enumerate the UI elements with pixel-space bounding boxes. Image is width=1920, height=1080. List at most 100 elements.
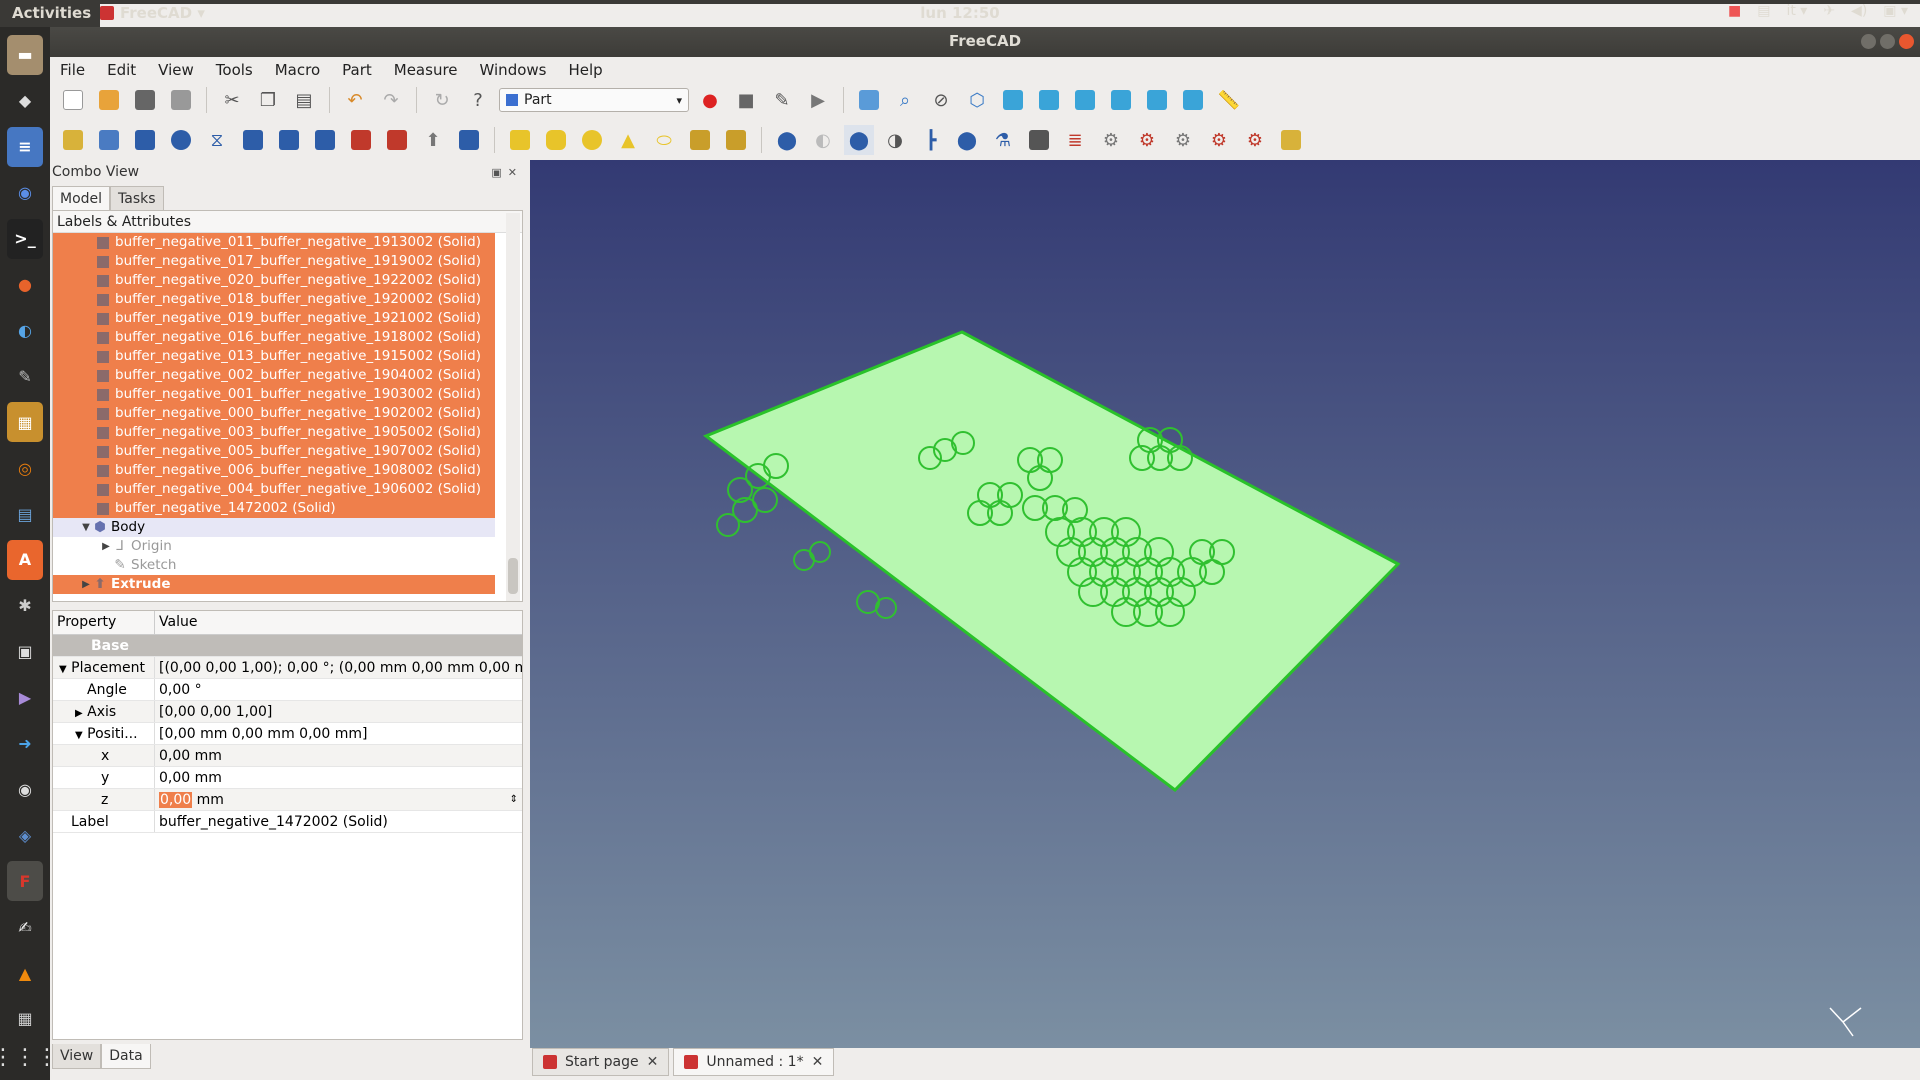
menu-measure[interactable]: Measure (394, 61, 458, 79)
thickness-icon[interactable] (454, 125, 484, 155)
chromium-icon[interactable]: ◉ (7, 173, 43, 213)
tree-item[interactable]: buffer_negative_016_buffer_negative_1918… (53, 328, 495, 347)
tree-item[interactable]: buffer_negative_018_buffer_negative_1920… (53, 290, 495, 309)
loft-icon[interactable] (382, 125, 412, 155)
new-file-icon[interactable] (58, 85, 88, 115)
tree-item[interactable]: buffer_negative_020_buffer_negative_1922… (53, 271, 495, 290)
primitives-icon[interactable] (685, 125, 715, 155)
expand-down-icon[interactable]: ▼ (75, 730, 83, 741)
tree-item[interactable]: buffer_negative_019_buffer_negative_1921… (53, 309, 495, 328)
property-value[interactable]: [0,00 mm 0,00 mm 0,00 mm] (155, 723, 522, 744)
terminal-icon[interactable]: >_ (7, 218, 43, 259)
close-panel-icon[interactable]: ✕ (508, 166, 517, 179)
tree-item[interactable]: buffer_negative_011_buffer_negative_1913… (53, 233, 495, 252)
section-icon[interactable] (1024, 125, 1054, 155)
open-folder-icon[interactable] (94, 85, 124, 115)
tree-item[interactable]: buffer_negative_003_buffer_negative_1905… (53, 423, 495, 442)
workbench-selector[interactable]: Part ▾ (499, 88, 689, 112)
gimp-icon[interactable]: ✎ (7, 356, 43, 396)
cube-icon[interactable] (505, 125, 535, 155)
stop-macro-icon[interactable]: ■ (731, 85, 761, 115)
cut-icon[interactable]: ✂ (217, 85, 247, 115)
menu-edit[interactable]: Edit (107, 61, 136, 79)
airplane-icon[interactable]: ✈ (1823, 3, 1835, 19)
record-macro-icon[interactable]: ● (695, 85, 725, 115)
tab-view[interactable]: View (52, 1044, 102, 1069)
tree-item[interactable]: buffer_negative_000_buffer_negative_1902… (53, 404, 495, 423)
property-row-position[interactable]: ▼ Positi... [0,00 mm 0,00 mm 0,00 mm] (53, 723, 522, 745)
rear-view-icon[interactable] (1106, 85, 1136, 115)
tree-item[interactable]: buffer_negative_013_buffer_negative_1915… (53, 347, 495, 366)
tree-scrollbar[interactable] (506, 213, 520, 601)
create-part-icon[interactable] (58, 125, 88, 155)
menu-windows[interactable]: Windows (480, 61, 547, 79)
expand-right-icon[interactable]: ▶ (75, 708, 83, 719)
isometric-view-icon[interactable]: ⬡ (962, 85, 992, 115)
draw-style-icon[interactable]: ⊘ (926, 85, 956, 115)
tree-item[interactable]: buffer_negative_004_buffer_negative_1906… (53, 480, 495, 499)
property-row-y[interactable]: y 0,00 mm (53, 767, 522, 789)
cut-boolean-icon[interactable]: ◐ (808, 125, 838, 155)
property-value[interactable]: [(0,00 0,00 1,00); 0,00 °; (0,00 mm 0,00… (155, 657, 522, 678)
expand-right-icon[interactable]: ▶ (79, 575, 93, 594)
tree-item[interactable]: buffer_negative_002_buffer_negative_1904… (53, 366, 495, 385)
print-icon[interactable] (166, 85, 196, 115)
tree-item[interactable]: buffer_negative_017_buffer_negative_1919… (53, 252, 495, 271)
property-row-z[interactable]: z 0,00 mm ⇕ (53, 789, 522, 811)
blender-icon[interactable]: ◎ (7, 448, 43, 488)
close-button[interactable] (1899, 34, 1914, 49)
clock[interactable]: lun 12:50 (0, 4, 1920, 22)
volume-icon[interactable]: ◀) (1851, 3, 1867, 19)
menu-macro[interactable]: Macro (275, 61, 320, 79)
document-icon[interactable]: ≡ (7, 126, 43, 167)
property-row-angle[interactable]: Angle 0,00 ° (53, 679, 522, 701)
tree-item-extrude[interactable]: ▶ ⬆ Extrude (53, 575, 495, 594)
property-row-x[interactable]: x 0,00 mm (53, 745, 522, 767)
run-macro-icon[interactable]: ▶ (803, 85, 833, 115)
export-icon[interactable] (1276, 125, 1306, 155)
property-value[interactable]: 0,00 mm (155, 745, 522, 766)
menu-part[interactable]: Part (342, 61, 372, 79)
color-per-face-icon[interactable]: ⚙ (1204, 125, 1234, 155)
text-editor-icon[interactable]: ✍ (7, 907, 43, 947)
tree-item-sketch[interactable]: ✎ Sketch (53, 556, 495, 575)
tree-item[interactable]: buffer_negative_006_buffer_negative_1908… (53, 461, 495, 480)
whats-this-icon[interactable]: ? (463, 85, 493, 115)
float-icon[interactable]: ▣ (491, 166, 501, 179)
expand-down-icon[interactable]: ▼ (79, 518, 93, 537)
virtualbox-icon[interactable]: ◈ (7, 815, 43, 855)
save-icon[interactable] (130, 85, 160, 115)
undo-icon[interactable]: ↶ (340, 85, 370, 115)
bottom-view-icon[interactable] (1142, 85, 1172, 115)
cone-icon[interactable]: ▲ (613, 125, 643, 155)
tab-unnamed[interactable]: Unnamed : 1* ✕ (673, 1048, 835, 1076)
close-tab-icon[interactable]: ✕ (812, 1054, 824, 1070)
property-row-label[interactable]: Label buffer_negative_1472002 (Solid) (53, 811, 522, 833)
software-center-icon[interactable]: A (7, 539, 43, 580)
defeaturing-icon[interactable]: ⚙ (1132, 125, 1162, 155)
archive-icon[interactable]: ▤ (7, 494, 43, 534)
clapper-icon[interactable]: ▦ (7, 999, 43, 1039)
shape-builder-icon[interactable] (721, 125, 751, 155)
eye-app-icon[interactable]: ◉ (7, 770, 43, 810)
freecad-dock-icon[interactable]: F (7, 861, 43, 902)
ruled-surface-icon[interactable] (346, 125, 376, 155)
cylinder-icon[interactable] (541, 125, 571, 155)
firefox-icon[interactable]: ● (7, 265, 43, 305)
z-input[interactable]: 0,00 mm ⇕ (155, 789, 522, 810)
fillet-icon[interactable] (238, 125, 268, 155)
paste-icon[interactable]: ▤ (289, 85, 319, 115)
settings-icon[interactable]: ✱ (7, 586, 43, 626)
tab-start-page[interactable]: Start page ✕ (532, 1048, 670, 1076)
make-face-icon[interactable] (310, 125, 340, 155)
split-icon[interactable]: ⬤ (952, 125, 982, 155)
expand-right-icon[interactable]: ▶ (99, 537, 113, 556)
tree-item-body[interactable]: ▼ ⬢ Body (53, 518, 495, 537)
screenshot-icon[interactable]: ▣ (7, 632, 43, 672)
install-icon[interactable]: ◆ (7, 81, 43, 121)
files-icon[interactable]: ▬ (7, 35, 43, 75)
fit-all-icon[interactable] (854, 85, 884, 115)
property-row-placement[interactable]: ▼ Placement [(0,00 0,00 1,00); 0,00 °; (0… (53, 657, 522, 679)
torus-icon[interactable]: ⬭ (649, 125, 679, 155)
language-indicator[interactable]: it ▾ (1786, 3, 1807, 19)
